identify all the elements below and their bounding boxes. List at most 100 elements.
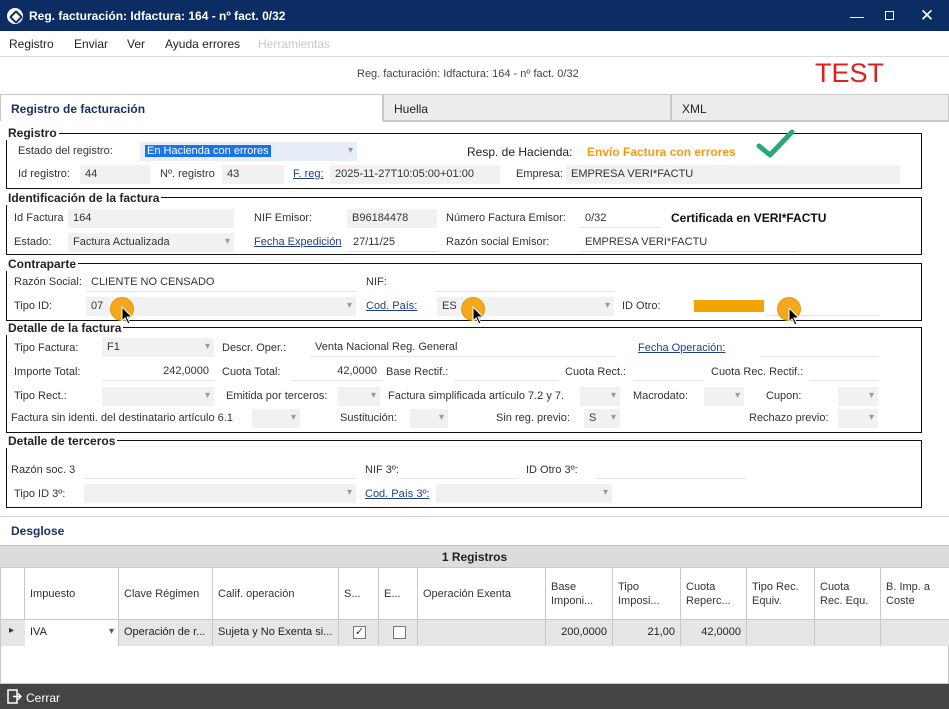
- emitida-terceros-select[interactable]: [338, 387, 380, 406]
- fecha-expedicion-field[interactable]: 27/11/25: [348, 233, 438, 252]
- tipo-id-label: Tipo ID:: [14, 300, 53, 312]
- nif-emisor-field[interactable]: B96184478: [347, 209, 437, 228]
- razon-social-emisor-field[interactable]: EMPRESA VERI*FACTU: [580, 233, 798, 252]
- sustitucion-select[interactable]: [410, 409, 448, 428]
- desglose-title: Desglose: [11, 524, 65, 538]
- impuesto-cell[interactable]: IVA ▾: [25, 620, 119, 646]
- tab-registro-facturacion[interactable]: Registro de facturación: [0, 94, 383, 121]
- registro-group-title: Registro: [6, 126, 59, 140]
- cod-pais-link[interactable]: Cod. País:: [366, 300, 417, 312]
- desglose-grid: Impuesto Clave Régimen Calif. operación S..…: [0, 567, 949, 684]
- resp-hacienda-label: Resp. de Hacienda:: [467, 145, 573, 159]
- rechazo-previo-select[interactable]: [838, 409, 878, 428]
- freg-field[interactable]: 2025-11-27T10:05:00+01:00: [330, 165, 500, 184]
- cod-pais-3-select[interactable]: [436, 484, 612, 503]
- descr-oper-field[interactable]: Venta Nacional Reg. General: [310, 338, 616, 357]
- fecha-operacion-field[interactable]: [760, 338, 878, 357]
- menu-herramientas[interactable]: Herramientas: [258, 37, 330, 51]
- table-cell[interactable]: 21,00: [613, 620, 681, 646]
- sin-reg-previo-label: Sin reg. previo:: [496, 412, 570, 424]
- sin-identi-select[interactable]: [252, 409, 300, 428]
- column-header[interactable]: Tipo Imposi...: [613, 568, 681, 620]
- nif-label: NIF:: [366, 276, 387, 288]
- grid-row-header: [1, 568, 25, 620]
- fecha-operacion-link[interactable]: Fecha Operación:: [638, 342, 725, 354]
- column-header[interactable]: Base Imponi...: [546, 568, 613, 620]
- tipo-factura-select[interactable]: F1: [102, 338, 214, 357]
- empresa-field[interactable]: EMPRESA VERI*FACTU: [566, 165, 900, 184]
- cerrar-button[interactable]: Cerrar: [26, 691, 60, 705]
- id-otro-3-field[interactable]: [596, 460, 746, 479]
- column-header[interactable]: Operación Exenta: [418, 568, 546, 620]
- descr-oper-label: Descr. Oper.:: [222, 342, 287, 354]
- num-registro-field[interactable]: 43: [222, 165, 284, 184]
- cupon-select[interactable]: [838, 387, 878, 406]
- table-cell[interactable]: Operación de r...: [119, 620, 213, 646]
- detalle-factura-group-title: Detalle de la factura: [6, 321, 124, 335]
- table-cell[interactable]: 42,0000: [681, 620, 747, 646]
- sin-identi-label: Factura sin identi. del destinatario art…: [11, 412, 233, 424]
- table-cell[interactable]: [747, 620, 815, 646]
- table-cell[interactable]: [881, 620, 949, 646]
- freg-link[interactable]: F. reg:: [293, 168, 324, 180]
- column-header[interactable]: Cuota Rec. Equ.: [815, 568, 881, 620]
- nif-field[interactable]: [436, 273, 614, 292]
- cuota-rec-rectif-label: Cuota Rec. Rectif.:: [711, 366, 804, 378]
- column-header[interactable]: S...: [339, 568, 379, 620]
- checkbox[interactable]: ✓: [353, 626, 366, 639]
- sin-reg-previo-select[interactable]: S: [584, 409, 620, 428]
- column-header[interactable]: Calif. operación: [213, 568, 339, 620]
- column-header[interactable]: B. Imp. a Coste: [881, 568, 949, 620]
- id-registro-field[interactable]: 44: [80, 165, 150, 184]
- cuota-rect-label: Cuota Rect.:: [565, 366, 627, 378]
- column-header[interactable]: E...: [379, 568, 418, 620]
- base-rectif-field[interactable]: [454, 362, 558, 381]
- column-header[interactable]: Cuota Reperc...: [681, 568, 747, 620]
- tab-xml[interactable]: XML: [671, 94, 949, 121]
- macrodato-select[interactable]: [704, 387, 744, 406]
- num-factura-field[interactable]: 0/32: [580, 209, 660, 228]
- column-header[interactable]: Clave Régimen: [119, 568, 213, 620]
- razon-social-emisor-label: Razón social Emisor:: [446, 236, 550, 248]
- checkmark-icon: [756, 129, 795, 158]
- razon-soc-3-label: Razón soc. 3: [11, 464, 76, 476]
- cod-pais-3-link[interactable]: Cod. País 3º:: [365, 488, 430, 500]
- cuota-rect-field[interactable]: [634, 362, 704, 381]
- empresa-label: Empresa:: [516, 168, 564, 180]
- table-cell[interactable]: 200,0000: [546, 620, 613, 646]
- table-cell[interactable]: [418, 620, 546, 646]
- tipo-rect-label: Tipo Rect.:: [14, 390, 67, 402]
- column-header[interactable]: Tipo Rec. Equiv.: [747, 568, 815, 620]
- cuota-rec-rectif-field[interactable]: [810, 362, 878, 381]
- resp-hacienda-value: Envío Factura con errores: [587, 145, 736, 159]
- tipo-id-3-label: Tipo ID 3º:: [14, 488, 66, 500]
- estado-label: Estado:: [14, 236, 52, 248]
- menu-ver[interactable]: Ver: [127, 37, 145, 51]
- tipo-id-3-select[interactable]: [84, 484, 356, 503]
- tipo-rect-select[interactable]: [102, 387, 214, 406]
- factura-simplificada-select[interactable]: [580, 387, 620, 406]
- title-bar: Reg. facturación: Idfactura: 164 - nº fa…: [0, 0, 949, 31]
- tab-huella[interactable]: Huella: [383, 94, 671, 121]
- razon-soc-3-field[interactable]: [84, 460, 356, 479]
- menu-ayuda-errores[interactable]: Ayuda errores: [165, 37, 240, 51]
- estado-select[interactable]: Factura Actualizada: [68, 233, 234, 252]
- estado-registro-select[interactable]: En Hacienda con errores: [140, 142, 357, 161]
- importe-total-field[interactable]: 242,0000: [102, 362, 214, 381]
- column-header[interactable]: Impuesto: [25, 568, 119, 620]
- id-factura-field[interactable]: 164: [68, 209, 234, 228]
- num-factura-label: Número Factura Emisor:: [446, 212, 566, 224]
- razon-social-field[interactable]: CLIENTE NO CENSADO: [86, 273, 356, 292]
- table-cell[interactable]: [815, 620, 881, 646]
- cuota-total-field[interactable]: 42,0000: [292, 362, 382, 381]
- table-cell[interactable]: Sujeta y No Exenta si...: [213, 620, 339, 646]
- dropdown-arrow-icon[interactable]: ▾: [109, 626, 114, 637]
- menu-registro[interactable]: Registro: [9, 37, 54, 51]
- checkbox[interactable]: [393, 626, 406, 639]
- table-row[interactable]: ▸ IVA ▾ Operación de r... Sujeta y No Exenta…: [1, 620, 949, 646]
- exit-icon: [7, 689, 22, 704]
- nif-3-field[interactable]: [400, 460, 518, 479]
- fecha-expedicion-link[interactable]: Fecha Expedición: [254, 236, 341, 248]
- close-window-button[interactable]: ✕: [904, 0, 949, 31]
- menu-enviar[interactable]: Enviar: [74, 37, 108, 51]
